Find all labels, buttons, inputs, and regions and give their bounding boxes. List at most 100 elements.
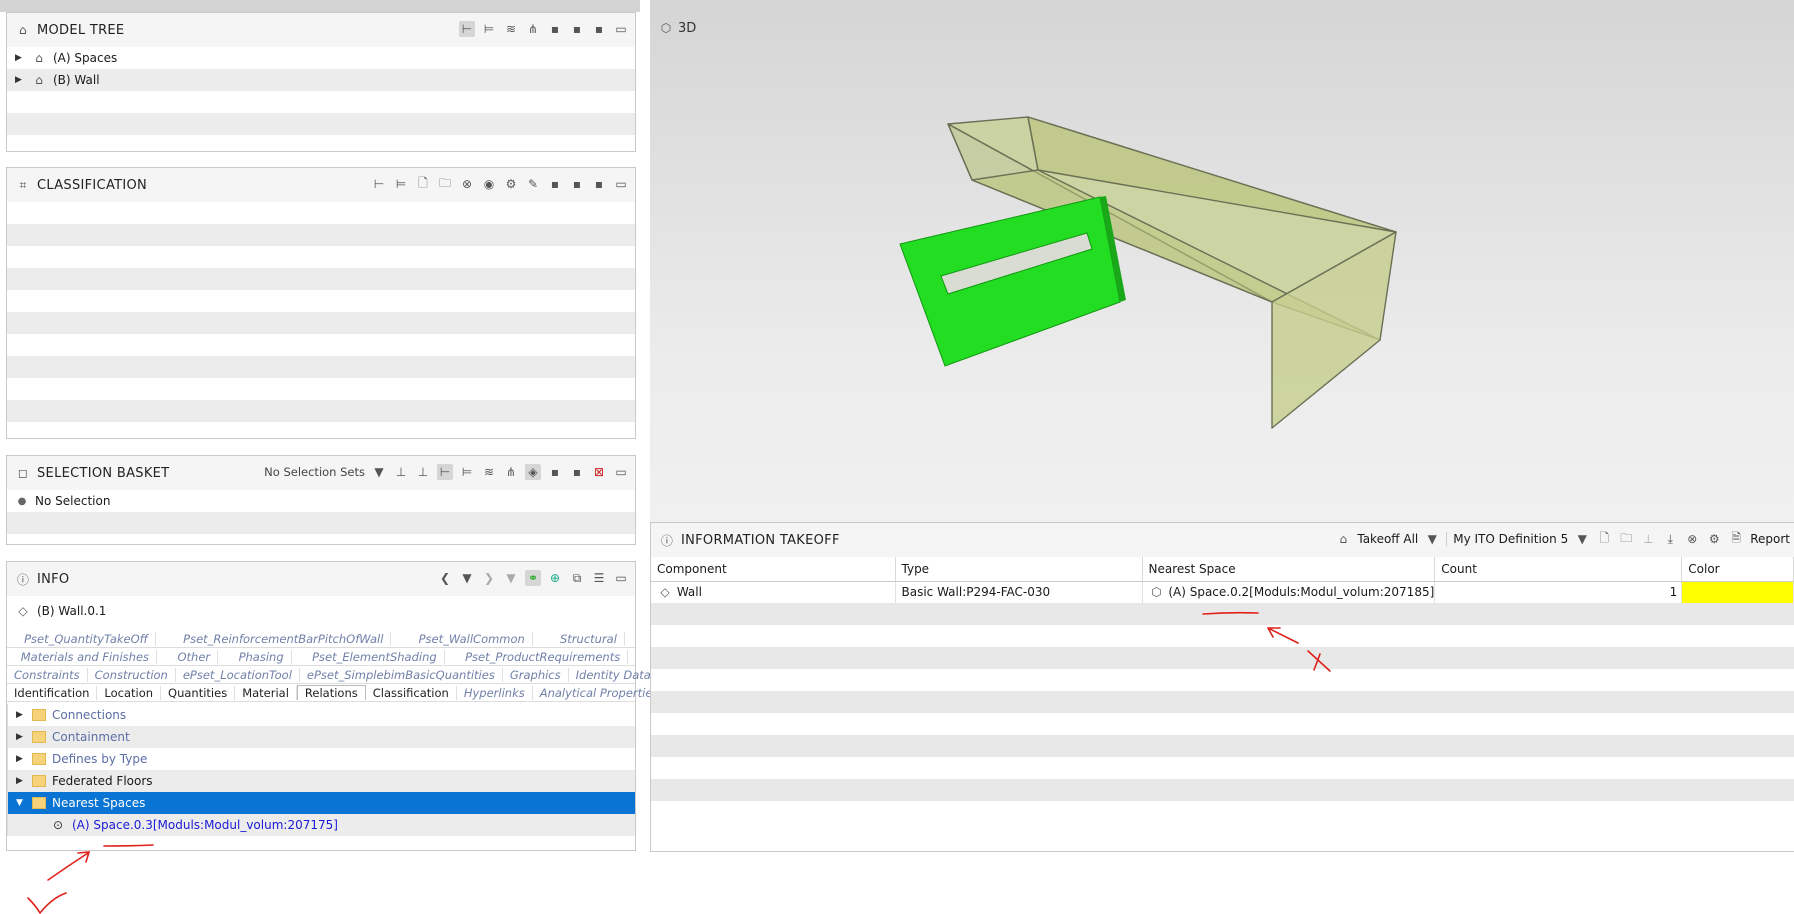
expand-arrow-icon[interactable]: ▶ [16,754,26,764]
column-header-type[interactable]: Type [895,557,1143,582]
tree-item-spaces[interactable]: ▶ ⌂ (A) Spaces [7,47,635,69]
tab-constraints[interactable]: Constraints [7,667,88,682]
add-icon[interactable]: ⊕ [547,570,563,586]
tab-identification[interactable]: Identification [7,685,98,700]
tab-graphics[interactable]: Graphics [503,667,569,682]
settings-icon[interactable]: ⚙ [503,176,519,192]
column-header-nearest-space[interactable]: Nearest Space [1142,557,1436,582]
panel-maximize-icon[interactable]: ▭ [613,464,629,480]
nearest-space-link[interactable]: (A) Space.0.3[Moduls:Modul_volum:207175] [72,818,338,832]
basket-remove-icon[interactable]: ▪ [569,464,585,480]
column-header-count[interactable]: Count [1434,557,1683,582]
collapse-arrow-icon[interactable]: ▼ [16,798,26,808]
tab-pset-reinforcement[interactable]: Pset_ReinforcementBarPitchOfWall [176,631,392,646]
basket-remove-icon[interactable]: ▪ [569,176,585,192]
tab-classification[interactable]: Classification [366,685,457,700]
forward-icon[interactable]: ❯ [481,570,497,586]
tree-collapse-icon[interactable]: ⊨ [459,464,475,480]
tree-layers-icon[interactable]: ≋ [481,464,497,480]
tree-item-defines-by-type[interactable]: ▶ Defines by Type [8,748,635,770]
sync-selection-icon[interactable]: ⚭ [525,570,541,586]
tree-item-federated-floors[interactable]: ▶ Federated Floors [8,770,635,792]
tab-analytical-properties[interactable]: Analytical Properties [533,685,667,700]
expand-arrow-icon[interactable]: ▶ [15,53,25,63]
basket-replace-icon[interactable]: ▪ [591,176,607,192]
copy-icon[interactable]: ⧉ [569,570,585,586]
table-row[interactable]: ◇ Wall Basic Wall:P294-FAC-030 ⬡ (A) Spa… [651,581,1794,603]
visibility-icon[interactable]: ◉ [481,176,497,192]
takeoff-all-button[interactable]: Takeoff All [1357,532,1418,546]
column-header-color[interactable]: Color [1681,557,1794,582]
report-button[interactable]: Report [1750,532,1790,546]
basket-clear-icon[interactable]: ⊠ [591,464,607,480]
tree-item-nearest-space-child[interactable]: ⊙ (A) Space.0.3[Moduls:Modul_volum:20717… [8,814,635,836]
tree-layers-icon[interactable]: ≋ [503,21,519,37]
tree-filter-icon[interactable]: ⋔ [525,21,541,37]
tree-collapse-icon[interactable]: ⊨ [393,176,409,192]
tab-identity-data[interactable]: Identity Data [569,667,659,682]
new-file-icon[interactable]: 🗋 [415,176,431,192]
back-icon[interactable]: ❮ [437,570,453,586]
expand-arrow-icon[interactable]: ▶ [16,776,26,786]
chevron-down-icon[interactable]: ▼ [1574,531,1590,547]
open-folder-icon[interactable]: 🗀 [437,176,453,192]
ito-definition-dropdown[interactable]: My ITO Definition 5 [1453,532,1568,546]
tab-phasing[interactable]: Phasing [232,649,292,664]
export-icon[interactable]: ⊥ [1640,531,1656,547]
list-icon[interactable]: ☰ [591,570,607,586]
tab-location[interactable]: Location [97,685,162,700]
basket-replace-icon[interactable]: ▪ [591,21,607,37]
basket-add-icon[interactable]: ▪ [547,176,563,192]
expand-arrow-icon[interactable]: ▶ [16,732,26,742]
download-icon[interactable]: ⤓ [1662,531,1678,547]
load-set-icon[interactable]: ⊥ [415,464,431,480]
panel-maximize-icon[interactable]: ▭ [613,176,629,192]
panel-maximize-icon[interactable]: ▭ [613,21,629,37]
tree-hierarchy-icon[interactable]: ⊢ [437,464,453,480]
tab-other[interactable]: Other [170,649,219,664]
tree-hierarchy-icon[interactable]: ⊢ [371,176,387,192]
clear-icon[interactable]: ⊗ [459,176,475,192]
tab-construction[interactable]: Construction [88,667,176,682]
settings-icon[interactable]: ⚙ [1706,531,1722,547]
save-set-icon[interactable]: ⊥ [393,464,409,480]
report-icon[interactable]: 🗎 [1728,531,1744,547]
tab-pset-quantitytakeoff[interactable]: Pset_QuantityTakeOff [17,631,156,646]
column-header-component[interactable]: Component [651,557,896,582]
clear-icon[interactable]: ⊗ [1684,531,1700,547]
chevron-down-icon[interactable]: ▼ [459,570,475,586]
chevron-down-icon[interactable]: ▼ [371,464,387,480]
tree-hierarchy-icon[interactable]: ⊢ [459,21,475,37]
tree-collapse-icon[interactable]: ⊨ [481,21,497,37]
tab-structural[interactable]: Structural [553,631,625,646]
basket-add-icon[interactable]: ▪ [547,464,563,480]
tab-epset-simplebim[interactable]: ePset_SimplebimBasicQuantities [300,667,503,682]
new-file-icon[interactable]: 🗋 [1596,531,1612,547]
tab-quantities[interactable]: Quantities [161,685,236,700]
expand-arrow-icon[interactable]: ▶ [15,75,25,85]
tab-pset-elementshading[interactable]: Pset_ElementShading [305,649,445,664]
tree-item-containment[interactable]: ▶ Containment [8,726,635,748]
tab-pset-wallcommon[interactable]: Pset_WallCommon [412,631,533,646]
tree-filter-icon[interactable]: ⋔ [503,464,519,480]
tab-materials-finishes[interactable]: Materials and Finishes [14,649,158,664]
tab-epset-locationtool[interactable]: ePset_LocationTool [176,667,300,682]
wall-element[interactable] [899,196,1126,367]
tree-item-connections[interactable]: ▶ Connections [8,704,635,726]
selection-sets-dropdown[interactable]: No Selection Sets [264,465,365,479]
basket-remove-icon[interactable]: ▪ [569,21,585,37]
basket-add-icon[interactable]: ▪ [547,21,563,37]
panel-maximize-icon[interactable]: ▭ [613,570,629,586]
tab-pset-productrequirements[interactable]: Pset_ProductRequirements [458,649,629,664]
tab-relations[interactable]: Relations [296,685,366,700]
cube-icon[interactable]: ◈ [525,464,541,480]
3d-scene[interactable] [650,0,1794,522]
tab-material[interactable]: Material [235,685,297,700]
edit-icon[interactable]: ✎ [525,176,541,192]
dropdown-icon[interactable]: ▼ [503,570,519,586]
tab-hyperlinks[interactable]: Hyperlinks [457,685,533,700]
tree-item-nearest-spaces[interactable]: ▼ Nearest Spaces [8,792,635,814]
open-folder-icon[interactable]: 🗀 [1618,531,1634,547]
expand-arrow-icon[interactable]: ▶ [16,710,26,720]
chevron-down-icon[interactable]: ▼ [1424,531,1440,547]
